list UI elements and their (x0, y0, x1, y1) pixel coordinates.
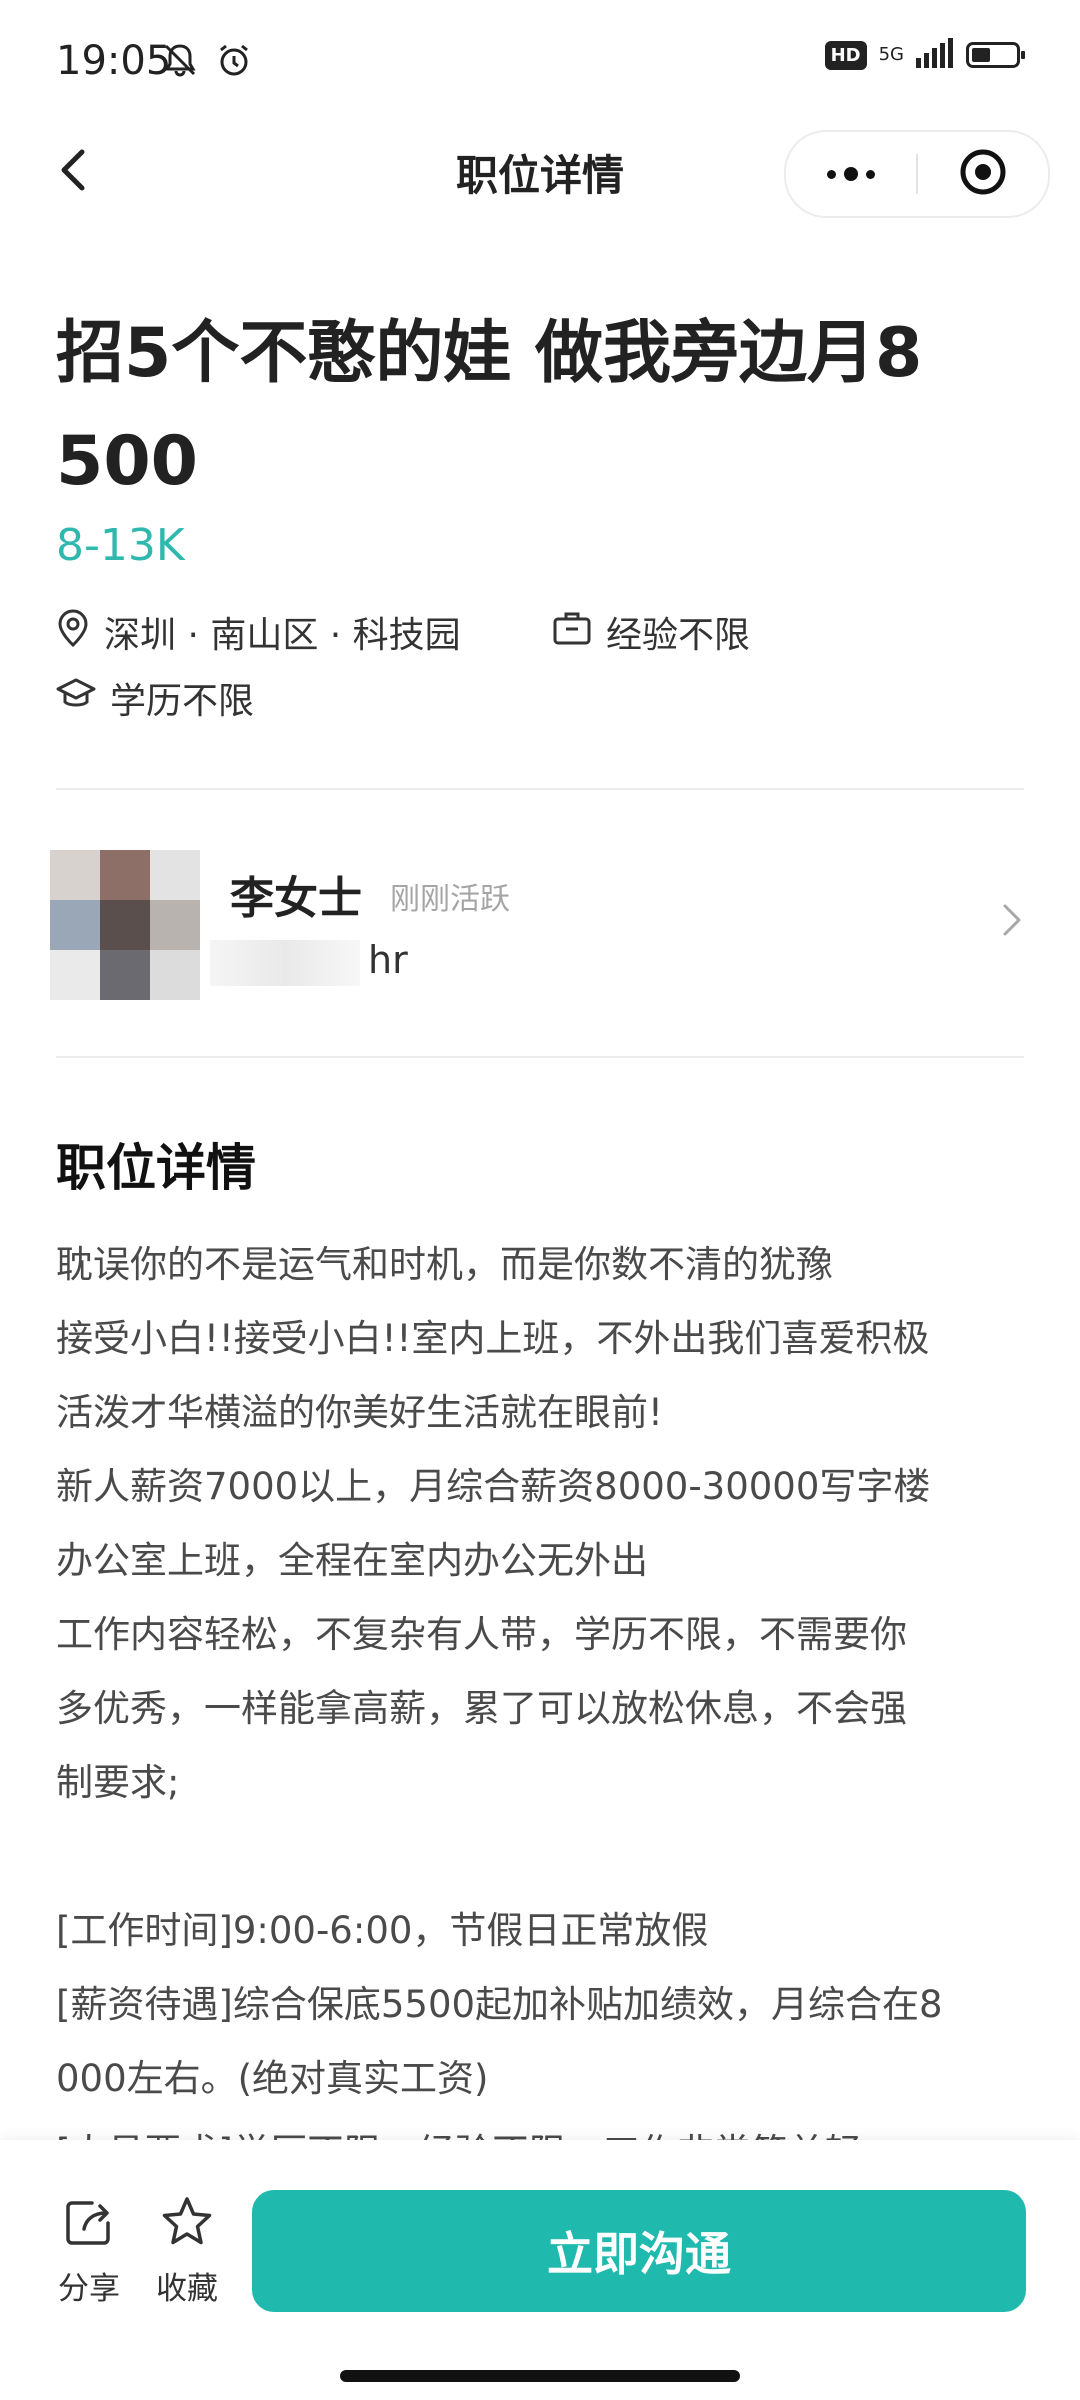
divider (56, 1056, 1024, 1058)
status-right-icons: HD 5G (824, 38, 1025, 72)
description-line: 耽误你的不是运气和时机，而是你数不清的犹豫 (56, 1243, 833, 1286)
favorite-button[interactable]: 收藏 (142, 2195, 232, 2308)
favorite-label: 收藏 (156, 2271, 218, 2307)
status-bar: 19:05 HD 5G (0, 0, 1080, 120)
target-icon (957, 146, 1009, 202)
location-text: 深圳 · 南山区 · 科技园 (104, 615, 461, 656)
briefcase-icon (552, 610, 592, 655)
description-line: 接受小白!!接受小白!!室内上班，不外出我们喜爱积极 (56, 1317, 930, 1360)
job-title-line1: 招5个不憨的娃 做我旁边月8 (56, 314, 923, 393)
salary: 8-13K (56, 520, 185, 571)
recruiter-company-blurred (210, 940, 360, 986)
bell-off-icon (160, 40, 200, 84)
close-button[interactable] (918, 146, 1048, 202)
location-pin-icon (56, 608, 90, 657)
signal-icon (916, 38, 954, 72)
chevron-right-icon (1000, 904, 1024, 944)
hd-badge: HD (824, 40, 867, 70)
description-line (56, 1820, 1036, 1894)
divider (56, 788, 1024, 790)
description-line: [薪资待遇]综合保底5500起加补贴加绩效，月综合在8 (56, 1983, 943, 2026)
share-icon (62, 2195, 116, 2253)
recruiter-active-status: 刚刚活跃 (390, 882, 510, 917)
more-icon (827, 169, 836, 179)
education-row: 学历不限 (56, 672, 254, 724)
description-line: 工作内容轻松，不复杂有人带，学历不限，不需要你 (56, 1613, 907, 1656)
education-text: 学历不限 (110, 681, 255, 722)
description-line: 多优秀，一样能拿高薪，累了可以放松休息，不会强 (56, 1687, 907, 1730)
home-indicator[interactable] (340, 2370, 740, 2382)
recruiter-role: hr (368, 938, 408, 982)
graduation-cap-icon (56, 676, 96, 721)
bottom-action-bar: 分享 收藏 立即沟通 (0, 2140, 1080, 2400)
battery-icon (966, 42, 1025, 68)
experience-text: 经验不限 (606, 615, 751, 656)
mini-program-capsule (784, 130, 1050, 218)
chat-now-button[interactable]: 立即沟通 (252, 2190, 1026, 2312)
recruiter-card-button[interactable] (1000, 900, 1024, 944)
description-line: 新人薪资7000以上，月综合薪资8000-30000写字楼 (56, 1465, 931, 1508)
job-description: 耽误你的不是运气和时机，而是你数不清的犹豫 接受小白!!接受小白!!室内上班，不… (56, 1228, 1036, 2190)
job-title-line2: 500 (56, 422, 198, 501)
description-line: 000左右。(绝对真实工资) (56, 2057, 489, 2100)
status-left-icons (160, 40, 254, 84)
network-type: 5G (878, 44, 904, 65)
description-line: 办公室上班，全程在室内办公无外出 (56, 1539, 648, 1582)
recruiter-name: 李女士 (230, 873, 362, 924)
nav-bar: 职位详情 (0, 120, 1080, 224)
location-row: 深圳 · 南山区 · 科技园 (56, 606, 461, 658)
description-line: [工作时间]9:00-6:00，节假日正常放假 (56, 1909, 709, 1952)
avatar[interactable] (50, 850, 200, 1000)
star-icon (159, 2195, 215, 2253)
more-button[interactable] (786, 167, 916, 181)
share-button[interactable]: 分享 (44, 2195, 134, 2308)
job-title: 招5个不憨的娃 做我旁边月8 500 (56, 300, 1036, 516)
experience-row: 经验不限 (552, 606, 750, 658)
alarm-icon (214, 40, 254, 84)
description-line: 制要求; (56, 1761, 180, 1804)
description-line: 活泼才华横溢的你美好生活就在眼前! (56, 1391, 663, 1434)
status-time: 19:05 (56, 38, 172, 84)
section-title-job-details: 职位详情 (56, 1139, 256, 1197)
share-label: 分享 (58, 2271, 120, 2307)
